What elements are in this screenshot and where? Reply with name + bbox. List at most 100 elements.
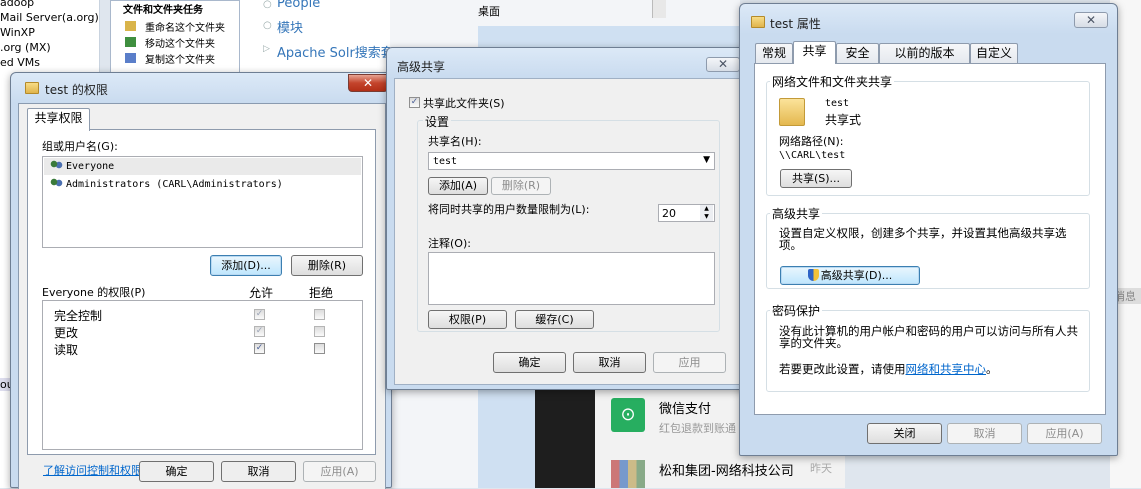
deny-change-checkbox[interactable] [314, 326, 325, 337]
group-label: 密码保护 [770, 302, 823, 319]
advanced-sharing-button[interactable]: 高级共享(D)... [780, 266, 920, 285]
remove-share-button[interactable]: 删除(R) [491, 177, 551, 195]
cancel-button[interactable]: 取消 [573, 352, 646, 373]
users-icon [49, 178, 63, 190]
bullet-icon: ○ [263, 20, 272, 31]
password-protection-group: 密码保护 没有此计算机的用户帐户和密码的用户可以访问与所有人共享的文件夹。 若要… [766, 302, 1090, 392]
tab-share-permissions[interactable]: 共享权限 [27, 108, 90, 131]
advanced-sharing-desc: 设置自定义权限，创建多个共享，并设置其他高级共享选项。 [779, 226, 1067, 252]
group-label: 设置 [423, 113, 452, 130]
list-item[interactable]: adoop [0, 0, 34, 9]
tab-panel: 组或用户名(G): Everyone Administrators (CARL\… [27, 129, 376, 455]
deny-read-checkbox[interactable] [314, 343, 325, 354]
tab-customize[interactable]: 自定义 [970, 43, 1018, 64]
allow-change-checkbox[interactable]: ✓ [254, 326, 265, 337]
cancel-button[interactable]: 取消 [947, 423, 1022, 444]
nav-link-people[interactable]: People [277, 0, 320, 11]
close-button[interactable]: ✕ [1074, 12, 1108, 28]
remove-user-button[interactable]: 删除(R) [291, 255, 363, 276]
list-item[interactable]: ed VMs [0, 56, 40, 69]
user-list[interactable]: Everyone Administrators (CARL\Administra… [42, 156, 363, 248]
share-name-value: test [433, 156, 458, 167]
apply-button[interactable]: 应用(A) [1027, 423, 1102, 444]
share-name-label: 共享名(H): [428, 135, 482, 148]
spinner-up-icon[interactable]: ▲ [700, 205, 713, 213]
task-pane-title: 文件和文件夹任务 [123, 5, 203, 16]
chat-time: 昨天 [810, 462, 832, 475]
permissions-dialog: test 的权限 ✕ 共享权限 组或用户名(G): Everyone Admin… [10, 72, 392, 489]
list-item[interactable]: .org (MX) [0, 41, 51, 54]
window-title: test 属性 [770, 17, 821, 31]
deny-full-checkbox[interactable] [314, 309, 325, 320]
network-center-link[interactable]: 网络和共享中心 [906, 362, 987, 376]
list-item[interactable]: Administrators (CARL\Administrators) [44, 176, 361, 193]
folder-name: test [825, 98, 850, 109]
task-copy[interactable]: 复制这个文件夹 [145, 51, 215, 66]
rename-folder-icon [125, 21, 136, 31]
desktop-label: 桌面 [478, 5, 500, 18]
chat-title[interactable]: 松和集团-网络科技公司 [659, 460, 794, 479]
tab-security[interactable]: 安全 [836, 43, 879, 64]
network-path-label: 网络路径(N): [779, 135, 844, 148]
cancel-button[interactable]: 取消 [221, 461, 296, 482]
add-share-button[interactable]: 添加(A) [428, 177, 488, 195]
properties-dialog: test 属性 ✕ 常规 共享 安全 以前的版本 自定义 网络文件和文件夹共享 … [739, 3, 1118, 456]
folder-share-state: 共享式 [825, 113, 862, 127]
tab-panel: 网络文件和文件夹共享 test 共享式 网络路径(N): \\CARL\test… [754, 63, 1106, 415]
caching-button[interactable]: 缓存(C) [515, 310, 594, 329]
task-rename[interactable]: 重命名这个文件夹 [145, 19, 225, 34]
allow-full-checkbox[interactable]: ✓ [254, 309, 265, 320]
deny-header: 拒绝 [309, 286, 334, 300]
nav-link-modules[interactable]: 模块 [277, 17, 303, 36]
background-task-pane: 文件和文件夹任务 重命名这个文件夹 移动这个文件夹 复制这个文件夹 [110, 0, 240, 75]
spinner-down-icon[interactable]: ▼ [700, 213, 713, 221]
learn-access-link[interactable]: 了解访问控制和权限 [43, 462, 142, 478]
apply-button[interactable]: 应用(A) [303, 461, 376, 482]
allow-read-checkbox[interactable]: ✓ [254, 343, 265, 354]
share-folder-checkbox[interactable]: ✓ [409, 97, 420, 108]
uac-shield-icon [807, 269, 819, 281]
share-name-select[interactable]: test ▼ [428, 152, 715, 170]
add-user-button[interactable]: 添加(D)... [210, 255, 282, 276]
tab-general[interactable]: 常规 [755, 43, 793, 64]
client-area: 共享权限 组或用户名(G): Everyone Administrators (… [18, 103, 386, 489]
move-folder-icon [125, 37, 136, 47]
chat-title[interactable]: 微信支付 [659, 398, 711, 417]
tab-sharing[interactable]: 共享 [793, 41, 836, 64]
list-item[interactable]: Mail Server(a.org) [0, 11, 99, 24]
task-move[interactable]: 移动这个文件夹 [145, 35, 215, 50]
close-button[interactable]: ✕ [348, 74, 388, 92]
right-edge-label: 消息 [1114, 288, 1141, 304]
list-item[interactable]: Everyone [44, 158, 361, 175]
permissions-header: Everyone 的权限(P) [42, 286, 146, 299]
password-change-text: 若要更改此设置，请使用网络和共享中心。 [779, 361, 998, 377]
list-item[interactable]: WinXP [0, 26, 35, 39]
close-dialog-button[interactable]: 关闭 [867, 423, 942, 444]
user-name: Everyone [66, 161, 115, 172]
apply-button[interactable]: 应用 [653, 352, 726, 373]
share-button[interactable]: 共享(S)... [780, 169, 852, 188]
user-limit-value: 20 [662, 207, 676, 220]
network-path: \\CARL\test [779, 150, 846, 161]
settings-group: 设置 共享名(H): test ▼ 添加(A) 删除(R) 将同时共享的用户数量… [417, 113, 720, 332]
comment-textarea[interactable] [428, 252, 715, 305]
group-user-label: 组或用户名(G): [42, 140, 118, 153]
ok-button[interactable]: 确定 [493, 352, 566, 373]
scrollbar[interactable] [652, 0, 666, 18]
group-avatar [611, 460, 645, 488]
user-limit-spinner[interactable]: 20 ▲ ▼ [658, 204, 715, 222]
comment-label: 注释(O): [428, 237, 471, 250]
network-sharing-group: 网络文件和文件夹共享 test 共享式 网络路径(N): \\CARL\test… [766, 73, 1090, 196]
close-button[interactable]: ✕ [706, 57, 740, 72]
permissions-button[interactable]: 权限(P) [428, 310, 507, 329]
password-change-suffix: 。 [986, 362, 998, 376]
folder-icon [751, 16, 765, 28]
share-folder-label[interactable]: 共享此文件夹(S) [423, 95, 505, 111]
tab-previous-versions[interactable]: 以前的版本 [879, 43, 970, 64]
wechat-pay-icon: ⊙ [611, 398, 645, 432]
ok-button[interactable]: 确定 [139, 461, 214, 482]
folder-icon [25, 82, 39, 94]
window-title: test 的权限 [45, 83, 108, 97]
perm-row-label: 更改 [54, 326, 79, 340]
nav-link-solr[interactable]: Apache Solr搜索套 [277, 42, 394, 61]
